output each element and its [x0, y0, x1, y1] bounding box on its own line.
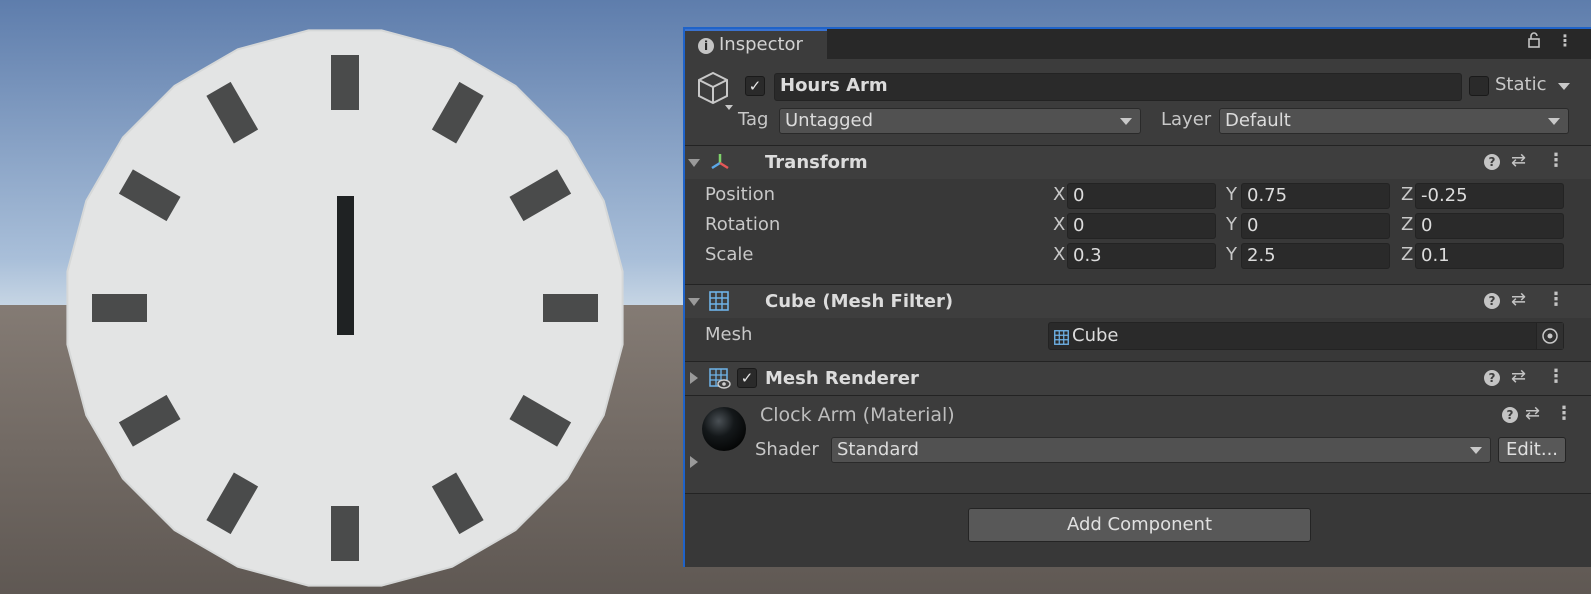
presets-icon[interactable]: ⇄	[1511, 150, 1526, 171]
axis-y-label[interactable]: Y	[1226, 214, 1237, 235]
tag-dropdown[interactable]: Untagged	[779, 108, 1141, 134]
rotation-y-field[interactable]: 0	[1241, 213, 1390, 239]
static-dropdown-arrow[interactable]	[1558, 83, 1570, 90]
kebab-menu-icon[interactable]: ⋮	[1547, 150, 1565, 171]
help-icon[interactable]: ?	[1502, 407, 1518, 423]
transform-header[interactable]: Transform ? ⇄ ⋮	[685, 145, 1591, 179]
foldout-expanded-icon[interactable]	[688, 298, 700, 306]
tab-label: Inspector	[719, 34, 803, 55]
add-component-area: Add Component	[685, 493, 1591, 567]
mesh-grid-icon	[1054, 328, 1069, 352]
help-icon[interactable]: ?	[1484, 154, 1500, 170]
position-z-field[interactable]: -0.25	[1415, 183, 1564, 209]
object-picker-button[interactable]	[1536, 323, 1563, 349]
lock-icon[interactable]	[1527, 32, 1541, 52]
presets-icon[interactable]: ⇄	[1511, 289, 1526, 310]
axis-z-label[interactable]: Z	[1401, 244, 1413, 265]
axis-z-label[interactable]: Z	[1401, 214, 1413, 235]
rotation-label: Rotation	[705, 214, 781, 235]
transform-axes-icon	[709, 152, 731, 177]
rotation-z-field[interactable]: 0	[1415, 213, 1564, 239]
transform-body: Position X 0 Y 0.75 Z -0.25 Rotation X 0…	[685, 179, 1591, 275]
axis-x-label[interactable]: X	[1053, 244, 1065, 265]
help-icon[interactable]: ?	[1484, 370, 1500, 386]
chevron-down-icon	[1120, 118, 1132, 125]
static-label[interactable]: Static	[1495, 74, 1546, 95]
rotation-x-field[interactable]: 0	[1067, 213, 1216, 239]
kebab-menu-icon[interactable]: ⋮	[1547, 366, 1565, 387]
material-title: Clock Arm (Material)	[760, 404, 955, 426]
component-title: Mesh Renderer	[765, 368, 919, 389]
mesh-object-field[interactable]: Cube	[1048, 322, 1564, 350]
mesh-renderer-header[interactable]: ✓ Mesh Renderer ? ⇄ ⋮	[685, 361, 1591, 395]
hour-marker	[92, 294, 147, 322]
chevron-down-icon	[1470, 447, 1482, 454]
tag-value: Untagged	[785, 110, 874, 131]
help-icon[interactable]: ?	[1484, 293, 1500, 309]
chevron-down-icon	[1548, 118, 1560, 125]
info-icon: i	[698, 38, 714, 54]
axis-y-label[interactable]: Y	[1226, 184, 1237, 205]
shader-label: Shader	[755, 439, 819, 460]
object-header: ✓ Hours Arm Static Tag Untagged Layer De…	[685, 59, 1591, 147]
component-title: Cube (Mesh Filter)	[765, 291, 954, 312]
component-title: Transform	[765, 152, 868, 173]
scale-label: Scale	[705, 244, 754, 265]
layer-value: Default	[1225, 110, 1291, 131]
material-section: Clock Arm (Material) ? ⇄ ⋮ Shader Standa…	[685, 395, 1591, 493]
cube-icon[interactable]	[695, 69, 739, 118]
layer-dropdown[interactable]: Default	[1219, 108, 1569, 134]
axis-y-label[interactable]: Y	[1226, 244, 1237, 265]
presets-icon[interactable]: ⇄	[1511, 366, 1526, 387]
mesh-grid-icon	[709, 291, 729, 316]
edit-shader-button[interactable]: Edit...	[1498, 437, 1566, 463]
inspector-panel: i Inspector ⋮ ✓ Hours Arm Static Tag Unt…	[683, 27, 1591, 567]
foldout-collapsed-icon[interactable]	[690, 456, 698, 468]
scale-z-field[interactable]: 0.1	[1415, 243, 1564, 269]
add-component-button[interactable]: Add Component	[968, 508, 1311, 542]
mesh-label: Mesh	[705, 324, 753, 345]
mesh-filter-header[interactable]: Cube (Mesh Filter) ? ⇄ ⋮	[685, 284, 1591, 318]
position-y-field[interactable]: 0.75	[1241, 183, 1390, 209]
mesh-renderer-enabled-checkbox[interactable]: ✓	[737, 368, 757, 388]
sphere-icon	[701, 406, 747, 457]
hour-marker	[543, 294, 598, 322]
active-checkbox[interactable]: ✓	[745, 76, 765, 96]
shader-value: Standard	[837, 439, 919, 460]
static-checkbox[interactable]	[1469, 76, 1489, 96]
hour-marker	[331, 55, 359, 110]
tag-label: Tag	[738, 109, 769, 130]
shader-dropdown[interactable]: Standard	[831, 437, 1491, 463]
foldout-collapsed-icon[interactable]	[690, 372, 698, 384]
axis-x-label[interactable]: X	[1053, 184, 1065, 205]
layer-label: Layer	[1161, 109, 1212, 130]
clock	[66, 29, 624, 587]
tab-bar: i Inspector ⋮	[685, 29, 1591, 59]
kebab-menu-icon[interactable]: ⋮	[1557, 31, 1573, 50]
position-x-field[interactable]: 0	[1067, 183, 1216, 209]
kebab-menu-icon[interactable]: ⋮	[1555, 403, 1573, 424]
kebab-menu-icon[interactable]: ⋮	[1547, 289, 1565, 310]
hour-marker	[331, 506, 359, 561]
presets-icon[interactable]: ⇄	[1525, 403, 1540, 424]
tab-inspector[interactable]: i Inspector	[685, 29, 827, 59]
mesh-value: Cube	[1072, 325, 1119, 346]
target-icon	[1542, 328, 1558, 344]
hours-arm	[337, 196, 354, 335]
scale-y-field[interactable]: 2.5	[1241, 243, 1390, 269]
axis-x-label[interactable]: X	[1053, 214, 1065, 235]
object-name-field[interactable]: Hours Arm	[774, 73, 1462, 101]
scale-x-field[interactable]: 0.3	[1067, 243, 1216, 269]
mesh-renderer-icon	[709, 368, 731, 395]
axis-z-label[interactable]: Z	[1401, 184, 1413, 205]
foldout-expanded-icon[interactable]	[688, 159, 700, 167]
position-label: Position	[705, 184, 776, 205]
